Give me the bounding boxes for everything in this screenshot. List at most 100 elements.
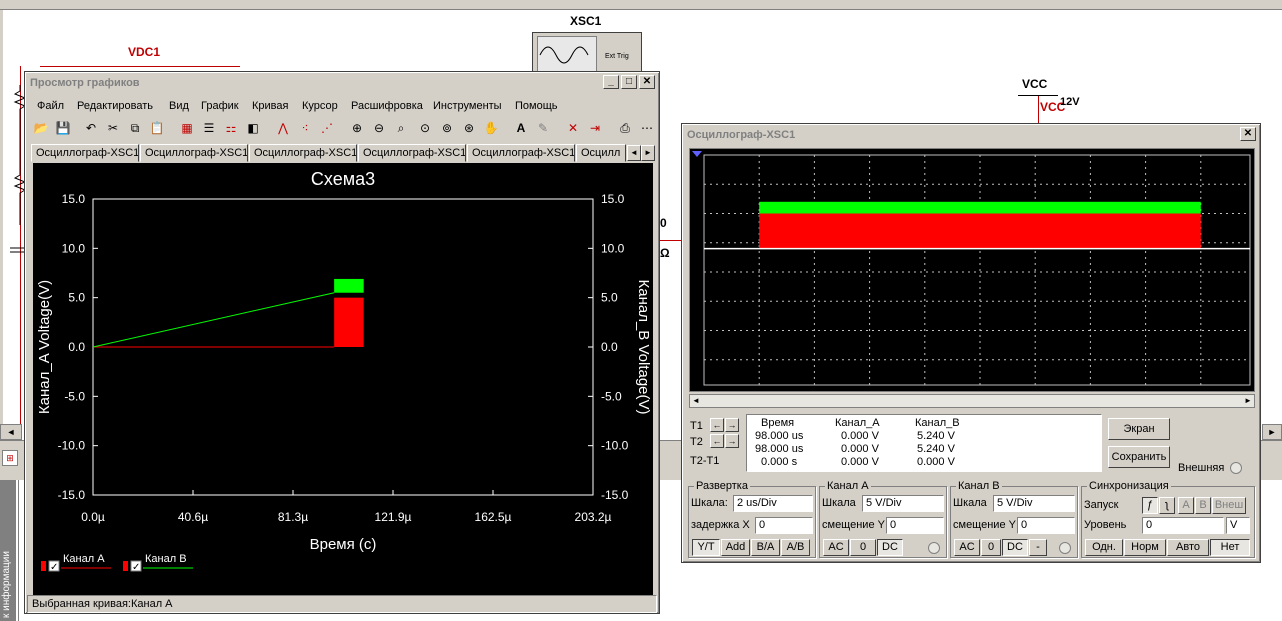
menu-file[interactable]: Файл [37,98,64,114]
trigger-source-ext[interactable]: Внеш [1212,497,1246,514]
pan-icon[interactable]: ✋ [481,118,501,138]
tab-scope-6[interactable]: Осцилл [576,144,626,162]
tab-scope-1[interactable]: Осциллограф-XSC1 [31,144,139,162]
tab-scroll-right[interactable]: ► [641,145,655,161]
xsc1-symbol[interactable]: Ext Trig [532,32,642,74]
t1-left-button[interactable]: ← [710,418,724,432]
text-icon[interactable]: A [511,118,531,138]
menu-edit[interactable]: Редактировать [77,98,153,114]
channel-b-dc-button[interactable]: DC [1002,539,1028,556]
scope-window[interactable]: Осциллограф-XSC1 ✕ ◄ ► T1 ← → T2 ← → T2-… [681,123,1261,563]
more-icon[interactable]: ⋯ [637,118,657,138]
trigger-source-a[interactable]: A [1178,497,1194,514]
points-style-icon[interactable]: ⁖ [295,118,315,138]
mode-ba-button[interactable]: B/A [751,539,780,556]
timebase-scale-field[interactable]: 2 us/Div [733,495,813,512]
grapher-titlebar[interactable]: Просмотр графиков [27,74,657,92]
trigger-mode-normal[interactable]: Норм [1124,539,1166,556]
t2-right-button[interactable]: → [725,434,739,448]
scope-screen[interactable] [689,148,1255,392]
trigger-mode-single[interactable]: Одн. [1085,539,1123,556]
menu-trace[interactable]: Кривая [252,98,288,114]
maximize-button[interactable]: □ [621,75,637,89]
scope-waveform[interactable] [690,149,1256,393]
legend-icon[interactable]: ☰ [199,118,219,138]
tab-scope-5[interactable]: Осциллограф-XSC1 [467,144,575,162]
channel-a-dc-button[interactable]: DC [877,539,903,556]
minimize-button[interactable]: _ [603,75,619,89]
mode-yt-button[interactable]: Y/T [692,539,720,556]
channel-b-polarity-indicator[interactable] [1059,542,1071,554]
trigger-mode-auto[interactable]: Авто [1167,539,1209,556]
overlay-icon[interactable]: ◧ [243,118,263,138]
mode-add-button[interactable]: Add [721,539,750,556]
tab-scope-4[interactable]: Осциллограф-XSC1 [358,144,466,162]
scroll-right-arrow[interactable]: ► [1242,395,1254,407]
channel-b-offset-field[interactable]: 0 [1017,517,1075,534]
scope-scrollbar[interactable]: ◄ ► [689,394,1255,408]
menu-tools[interactable]: Инструменты [433,98,502,114]
zoom-y-icon[interactable]: ⊛ [459,118,479,138]
save-button[interactable]: Сохранить [1108,446,1170,468]
channel-a-zero-button[interactable]: 0 [850,539,876,556]
line-style-icon[interactable]: ⋀ [273,118,293,138]
menu-graph[interactable]: График [201,98,239,114]
zoom-area-icon[interactable]: ⌕ [391,118,411,138]
channel-a-polarity-indicator[interactable] [928,542,940,554]
t1-right-button[interactable]: → [725,418,739,432]
right-horizontal-scrollbar[interactable]: ► [1262,424,1282,440]
channel-a-offset-field[interactable]: 0 [886,517,944,534]
cursors-icon[interactable]: ✕ [563,118,583,138]
grapher-chart[interactable]: Схема3 15.0 15.0 10.0 10.0 5.0 5.0 0.0 0.0 -5.0 -5… [33,163,653,595]
channel-a-ac-button[interactable]: AC [823,539,849,556]
zoom-full-icon[interactable]: ⊙ [415,118,435,138]
menu-cursor[interactable]: Курсор [302,98,338,114]
zoom-out-icon[interactable]: ⊖ [369,118,389,138]
undo-icon[interactable]: ↶ [81,118,101,138]
external-indicator[interactable] [1230,462,1242,474]
tab-scope-2[interactable]: Осциллограф-XSC1 [140,144,248,162]
export-icon[interactable]: ⇥ [585,118,605,138]
channel-b-ac-button[interactable]: AC [954,539,980,556]
menu-view[interactable]: Вид [169,98,189,114]
scope-titlebar[interactable]: Осциллограф-XSC1 [684,126,1258,144]
scroll-left-arrow[interactable]: ◄ [690,395,702,407]
edge-rising-button[interactable]: ƒ [1142,497,1158,514]
menu-decode[interactable]: Расшифровка [351,98,423,114]
trigger-level-unit[interactable]: V [1226,517,1250,534]
save-icon[interactable]: 💾 [53,118,73,138]
label-icon[interactable]: ✎ [533,118,553,138]
axes-icon[interactable]: ⚏ [221,118,241,138]
trigger-mode-none[interactable]: Нет [1210,539,1250,556]
zoom-in-icon[interactable]: ⊕ [347,118,367,138]
paste-icon[interactable]: 📋 [147,118,167,138]
grapher-window[interactable]: Просмотр графиков _ □ ✕ Файл Редактирова… [24,71,660,614]
close-button[interactable]: ✕ [639,75,655,89]
zoom-x-icon[interactable]: ⊚ [437,118,457,138]
copy-icon[interactable]: ⧉ [125,118,145,138]
print-icon[interactable]: ⎙ [615,118,635,138]
legend-label: Канал A [63,553,105,565]
t2-left-button[interactable]: ← [710,434,724,448]
trigger-source-b[interactable]: B [1195,497,1211,514]
channel-b-scale-field[interactable]: 5 V/Div [993,495,1075,512]
menu-help[interactable]: Помощь [515,98,558,114]
lower-horizontal-scrollbar[interactable]: ◄ [0,424,22,440]
channel-a-scale-field[interactable]: 5 V/Div [862,495,944,512]
line-points-icon[interactable]: ⋰ [317,118,337,138]
channel-b-zero-button[interactable]: 0 [981,539,1001,556]
cut-icon[interactable]: ✂ [103,118,123,138]
graph-area[interactable]: Схема3 15.0 15.0 10.0 10.0 5.0 5.0 0.0 0.0 -5.0 -5… [33,163,653,595]
bottom-panel-icon[interactable]: ⊞ [2,450,18,466]
grid-icon[interactable]: ▦ [177,118,197,138]
trigger-level-field[interactable]: 0 [1142,517,1224,534]
tab-scope-3[interactable]: Осциллограф-XSC1 [249,144,357,162]
tab-scroll-left[interactable]: ◄ [627,145,641,161]
delay-x-field[interactable]: 0 [755,517,813,534]
channel-b-minus-button[interactable]: - [1029,539,1047,556]
edge-falling-button[interactable]: ʅ [1159,497,1175,514]
open-icon[interactable]: 📂 [31,118,51,138]
mode-ab-button[interactable]: A/B [781,539,810,556]
screen-button[interactable]: Экран [1108,418,1170,440]
scope-close-button[interactable]: ✕ [1240,127,1256,141]
